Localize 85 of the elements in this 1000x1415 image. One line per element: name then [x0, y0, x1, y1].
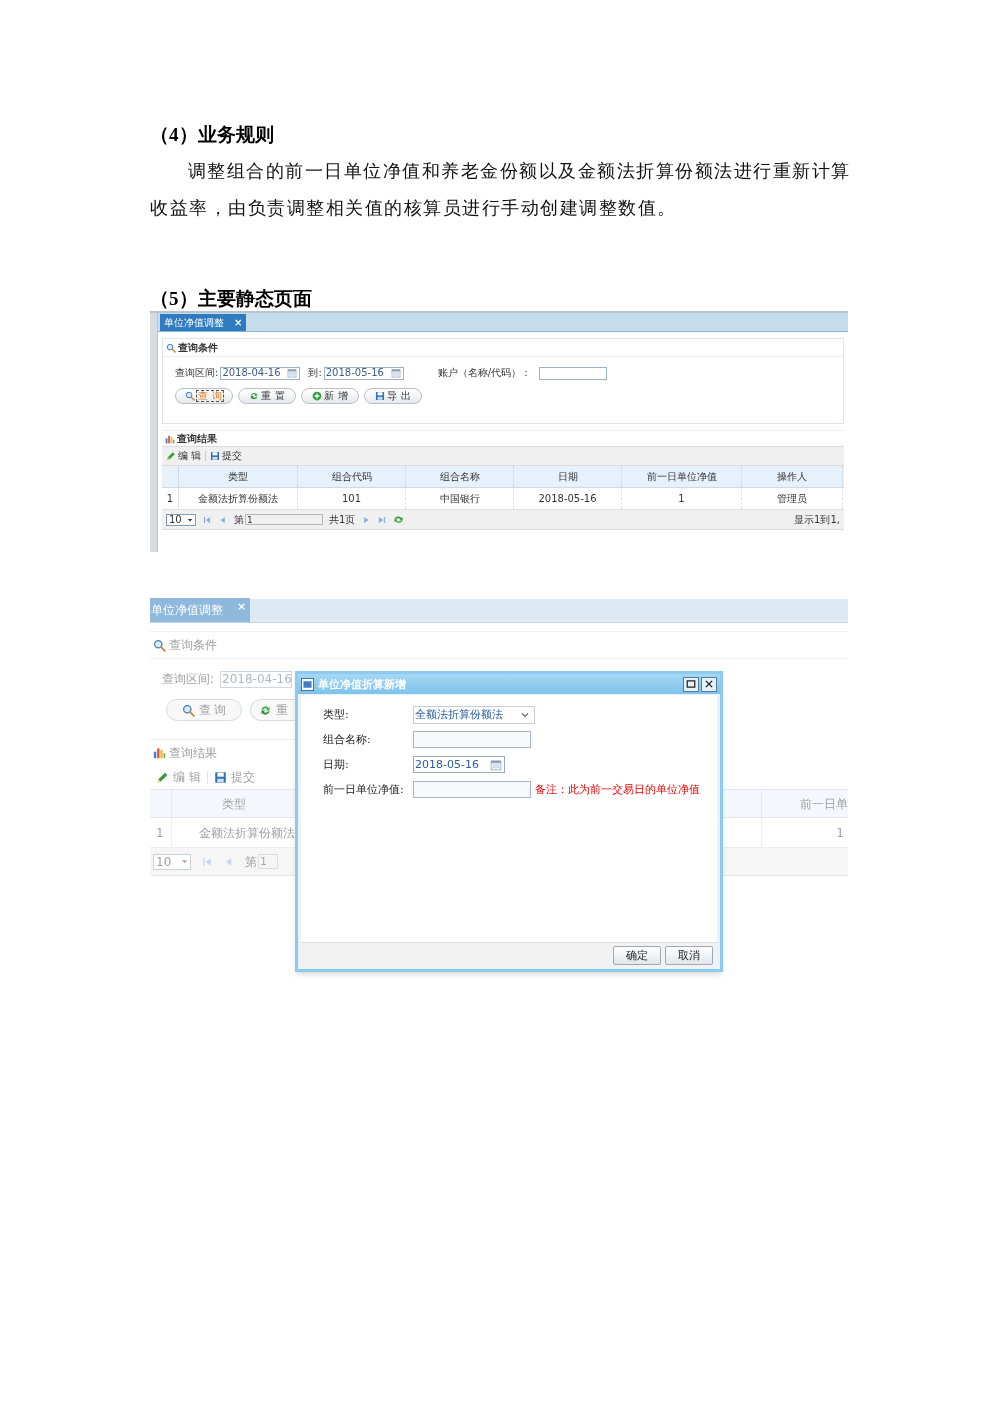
column-header: 组合代码	[298, 466, 406, 487]
pencil-icon	[166, 451, 176, 461]
dialog-button[interactable]: 取消	[665, 946, 713, 965]
table-cell: 管理员	[742, 488, 843, 509]
page-input[interactable]: 1	[245, 514, 323, 525]
search-icon	[153, 638, 166, 652]
date-field[interactable]: 2018-04-16	[220, 366, 301, 380]
field-label: 查询区间:	[175, 368, 219, 378]
record-summary: 显示1到1,	[794, 514, 840, 525]
date-field[interactable]: 2018-05-16	[323, 366, 404, 380]
input-field[interactable]	[413, 731, 531, 748]
refresh-icon	[259, 703, 272, 717]
panel-title: 查询条件	[178, 342, 218, 353]
field-label: 类型:	[323, 709, 350, 720]
query-button[interactable]: 导 出	[364, 388, 422, 404]
table-cell-text: 金额法折算份额法	[198, 824, 295, 842]
column-header: 类型	[179, 466, 298, 487]
caret-icon	[187, 516, 193, 523]
close-icon	[704, 679, 714, 689]
refresh-icon	[249, 391, 260, 401]
table-cell: 1	[622, 488, 742, 509]
column-header: 前一日单位净值	[622, 466, 742, 487]
first-page-icon	[202, 514, 212, 525]
page-size-select[interactable]: 10	[166, 513, 196, 526]
close-icon[interactable]: ×	[234, 317, 243, 328]
table-cell: 2018-05-16	[514, 488, 622, 509]
query-button[interactable]: 新 增	[301, 388, 359, 404]
first-page-icon	[201, 855, 213, 868]
note-text: 备注：此为前一交易日的单位净值	[535, 784, 700, 795]
calendar-icon	[490, 758, 502, 771]
column-header: 组合名称	[406, 466, 514, 487]
toolbar-button[interactable]: 编 辑	[166, 451, 207, 461]
field-label: 查询区间:	[162, 673, 215, 685]
field-label: 组合名称:	[323, 734, 372, 745]
query-button[interactable]: 重 置	[238, 388, 296, 404]
close-button[interactable]	[701, 676, 717, 692]
panel-title: 查询结果	[169, 746, 217, 759]
app-icon	[301, 677, 314, 691]
calendar-icon	[287, 368, 298, 378]
page-label: 第	[245, 855, 257, 868]
field-label: 前一日单位净值:	[323, 784, 405, 795]
input-field[interactable]	[413, 781, 531, 798]
search-icon	[166, 342, 176, 353]
field-label: 日期:	[323, 759, 350, 770]
panel-title: 查询结果	[177, 433, 217, 444]
table-cell: 101	[298, 488, 406, 509]
dialog-title: 单位净值折算新增	[318, 678, 406, 690]
toolbar-button[interactable]: 提交	[210, 451, 247, 461]
account-field[interactable]	[539, 366, 608, 380]
page-label: 第	[234, 514, 244, 525]
last-page-icon	[377, 514, 388, 525]
page-total: 共1页	[329, 514, 356, 525]
pencil-icon	[156, 770, 169, 784]
row-number: 1	[162, 488, 179, 509]
column-header: 类型	[220, 795, 247, 813]
section-heading: （4）业务规则	[150, 123, 275, 147]
plus-icon	[312, 391, 323, 401]
table-cell: 金额法折算份额法	[179, 488, 298, 509]
dialog-button[interactable]: 确定	[613, 946, 661, 965]
section-heading: （5）主要静态页面	[150, 287, 313, 311]
tab-label: 单位净值调整	[151, 604, 223, 616]
maximize-button[interactable]	[683, 676, 699, 692]
previous-page-icon	[218, 514, 228, 525]
body-paragraph: 调整组合的前一日单位净值和养老金份额以及金额法折算份额法进行重新计算收益率，由负责调整相关值的核算员进行手动创建调整数值。	[150, 160, 852, 220]
bar-chart-icon	[153, 746, 166, 759]
calendar-icon	[390, 368, 401, 378]
table-cell: 中国银行	[406, 488, 514, 509]
table-cell-text: 1	[835, 824, 845, 842]
type-select[interactable]: 全额法折算份额法	[413, 705, 535, 724]
column-header: 前一日单	[799, 795, 848, 813]
date-field[interactable]: 2018-05-16	[413, 756, 505, 773]
search-icon	[181, 703, 195, 717]
panel-title: 查询条件	[169, 639, 217, 651]
maximize-icon	[686, 679, 696, 689]
caret-icon	[181, 858, 188, 865]
column-header: 日期	[514, 466, 622, 487]
column-header: 操作人	[742, 466, 843, 487]
tab[interactable]: 单位净值调整 ×	[160, 314, 247, 331]
search-icon	[185, 391, 196, 401]
tab-label: 单位净值调整	[164, 317, 224, 328]
row-number: 1	[150, 818, 172, 847]
bar-chart-icon	[165, 433, 175, 444]
field-label: 到:	[308, 368, 322, 378]
refresh-icon	[393, 514, 405, 525]
field-label: 账户（名称/代码）：	[437, 368, 532, 378]
